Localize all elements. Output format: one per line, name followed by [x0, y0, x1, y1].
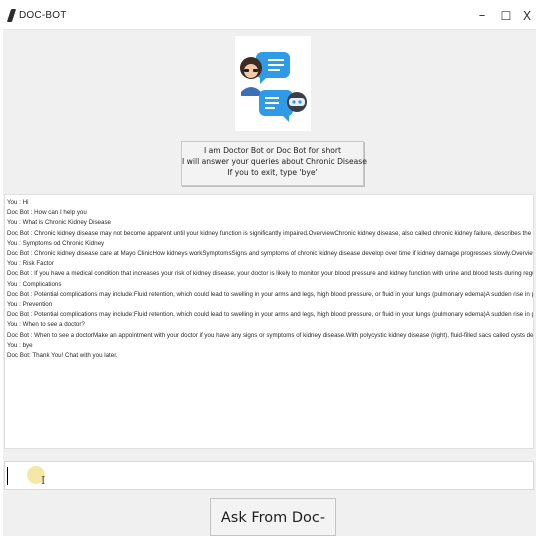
bot-message: Doc Bot : How can I help you: [7, 209, 87, 217]
bot-message: Doc Bot : When to see a doctorMake an ap…: [7, 331, 533, 339]
ask-doc-bot-button[interactable]: Ask From Doc-Bot: [210, 498, 336, 536]
intro-line-3: If you to exit, type 'bye': [227, 168, 318, 177]
intro-line-2: I will answer your queries about Chronic…: [182, 157, 367, 166]
intro-message: I am Doctor Bot or Doc Bot for short I w…: [181, 141, 367, 186]
app-window: DOC-BOT – ☐ X I am Doctor Bot or Doc Bot…: [3, 3, 536, 536]
user-message: You : Risk Factor: [7, 260, 54, 268]
user-message: You : Prevention: [7, 301, 53, 309]
bot-message: Doc Bot: Thank You! Chat with you later.: [7, 352, 118, 360]
user-message: You : Symptoms od Chronic Kidney: [7, 239, 105, 247]
doctor-and-robot-chat-bubbles-icon: [240, 52, 307, 122]
feather-app-icon: [6, 9, 17, 22]
close-button[interactable]: X: [514, 6, 536, 26]
bot-message: Doc Bot : If you have a medical conditio…: [7, 270, 533, 278]
minimize-button[interactable]: –: [469, 6, 495, 26]
user-message: You : What is Chronic Kidney Disease: [7, 219, 111, 227]
bot-message: Doc Bot : Chronic kidney disease care at…: [7, 250, 533, 258]
user-message: You : When to see a doctor?: [7, 321, 85, 329]
text-caret: [7, 467, 8, 485]
window-title: DOC-BOT: [19, 10, 67, 21]
user-message: You : Hi: [7, 199, 29, 206]
bot-message: Doc Bot : Potential complications may in…: [7, 311, 533, 319]
chat-transcript[interactable]: You : Hi Doc Bot : How can I help you You …: [4, 194, 534, 449]
user-message: You : bye: [7, 341, 33, 349]
message-input[interactable]: I: [4, 461, 534, 490]
bot-message: Doc Bot : Chronic kidney disease may not…: [7, 229, 533, 237]
doctor-robot-chat-logo: [235, 36, 311, 131]
text-cursor-icon: I: [41, 474, 46, 487]
user-message: You : Complications: [7, 280, 62, 288]
intro-line-1: I am Doctor Bot or Doc Bot for short: [203, 146, 342, 155]
title-bar: DOC-BOT – ☐ X: [3, 3, 536, 30]
bot-message: Doc Bot : Potential complications may in…: [7, 290, 533, 298]
